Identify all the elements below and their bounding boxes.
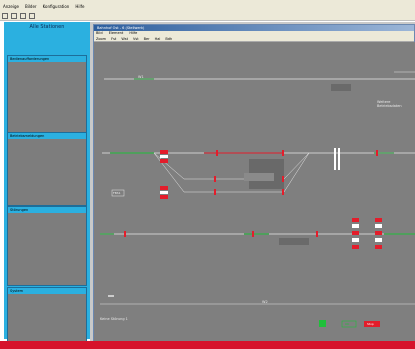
group-header: Betriebsmeldungen xyxy=(8,133,86,139)
station-window: Bahnhof Ost - 6 (Stellwerk) Bild Element… xyxy=(93,24,415,342)
home-icon[interactable] xyxy=(2,13,8,19)
main-toolbar xyxy=(0,12,415,21)
forward-icon[interactable] xyxy=(29,13,35,19)
track-svg xyxy=(100,71,415,328)
tool-bdh[interactable]: Bdh xyxy=(165,37,172,41)
window-menu-bild[interactable]: Bild xyxy=(96,31,103,35)
tool-hal[interactable]: Hal xyxy=(155,37,161,41)
tool-fst[interactable]: Fst xyxy=(111,37,116,41)
menu-anzeige[interactable]: Anzeige xyxy=(3,4,19,9)
box-label-left[interactable]: FBS1 xyxy=(113,191,121,195)
window-menu-hilfe[interactable]: Hilfe xyxy=(129,31,137,35)
panel-title: Alle Stationen xyxy=(29,24,65,30)
track-diagram[interactable]: W1 Weitere Betriebsdaten FBS1 W2 Keine S… xyxy=(94,42,415,342)
ok-button[interactable]: OK xyxy=(345,322,349,326)
track-label-top: W1 xyxy=(138,75,144,79)
tool-icon[interactable] xyxy=(11,13,17,19)
group-stoerungen[interactable]: Störungen xyxy=(7,206,87,286)
track-label-bottom: W2 xyxy=(262,300,268,304)
menu-bar: Anzeige Bilder Konfiguration Hilfe xyxy=(0,0,415,12)
tool-zoom[interactable]: Zoom xyxy=(96,37,106,41)
back-icon[interactable] xyxy=(20,13,26,19)
group-betriebsmeldungen[interactable]: Betriebsmeldungen xyxy=(7,132,87,206)
tool-wst[interactable]: Wst xyxy=(121,37,128,41)
stop-button[interactable]: Stop xyxy=(367,322,374,326)
menu-hilfe[interactable]: Hilfe xyxy=(75,4,84,9)
menu-konfiguration[interactable]: Konfiguration xyxy=(43,4,70,9)
status-text: Keine Störung 1 xyxy=(100,317,128,321)
station-panel: Alle Stationen Bedienaufforderungen Betr… xyxy=(4,22,90,349)
group-bedienaufforderungen[interactable]: Bedienaufforderungen xyxy=(7,55,87,133)
group-header: System xyxy=(8,288,86,294)
group-header: Störungen xyxy=(8,207,86,213)
status-bar xyxy=(0,341,415,349)
info-text-right: Weitere Betriebsdaten xyxy=(377,100,402,108)
group-header: Bedienaufforderungen xyxy=(8,56,86,62)
window-menu-element[interactable]: Element xyxy=(109,31,124,35)
menu-bilder[interactable]: Bilder xyxy=(25,4,37,9)
group-system[interactable]: System xyxy=(7,287,87,349)
tool-ber[interactable]: Ber xyxy=(144,37,150,41)
tool-vst[interactable]: Vst xyxy=(133,37,139,41)
